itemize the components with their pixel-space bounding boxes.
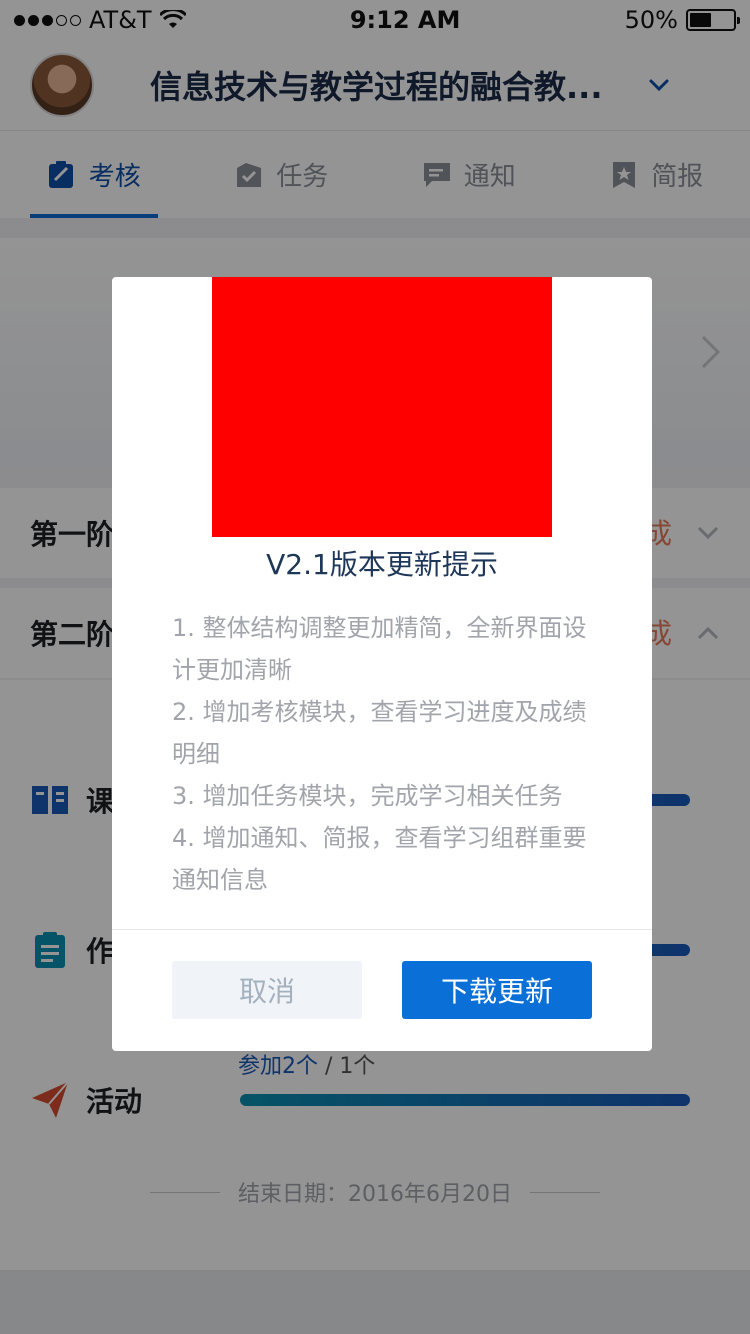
cancel-button[interactable]: 取消 — [172, 961, 362, 1019]
release-note: 3. 增加任务模块，完成学习相关任务 — [172, 782, 563, 810]
release-note: 2. 增加考核模块，查看学习进度及成绩明细 — [172, 698, 587, 768]
release-notes: 1. 整体结构调整更加精简，全新界面设计更加清晰 2. 增加考核模块，查看学习进… — [172, 607, 602, 901]
divider — [112, 929, 652, 930]
update-dialog: V2.1版本更新提示 1. 整体结构调整更加精简，全新界面设计更加清晰 2. 增… — [112, 277, 652, 1051]
update-banner-image — [212, 277, 552, 537]
update-dialog-title: V2.1版本更新提示 — [266, 548, 498, 581]
release-note: 1. 整体结构调整更加精简，全新界面设计更加清晰 — [172, 614, 587, 684]
release-note: 4. 增加通知、简报，查看学习组群重要通知信息 — [172, 824, 587, 894]
download-update-button[interactable]: 下载更新 — [402, 961, 592, 1019]
